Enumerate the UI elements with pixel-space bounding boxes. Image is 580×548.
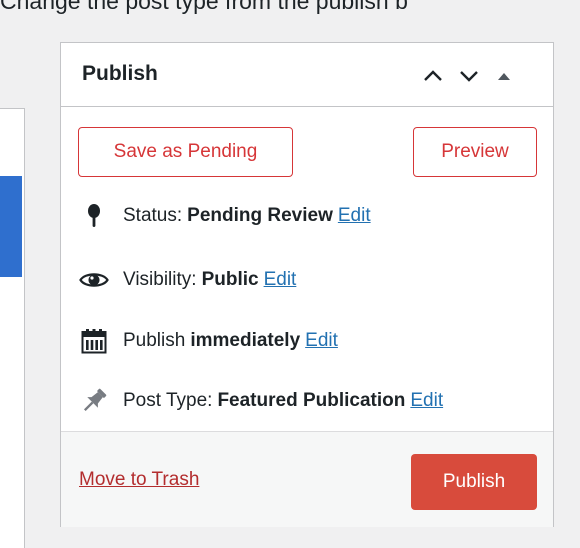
chevron-down-icon[interactable] bbox=[458, 65, 480, 87]
schedule-edit-link[interactable]: Edit bbox=[305, 330, 338, 352]
move-to-trash-link[interactable]: Move to Trash bbox=[79, 469, 199, 491]
post-type-label: Post Type: bbox=[123, 390, 213, 411]
status-row: Status: Pending Review Edit bbox=[79, 201, 371, 231]
background-editor-panel bbox=[0, 108, 25, 548]
visibility-value: Public bbox=[201, 269, 259, 290]
status-label: Status: bbox=[123, 205, 183, 226]
schedule-label: Publish bbox=[123, 330, 186, 351]
status-edit-link[interactable]: Edit bbox=[338, 205, 371, 227]
calendar-icon bbox=[79, 326, 109, 356]
instruction-caption: Change the post type from the publish b bbox=[0, 0, 408, 14]
schedule-row: Publish immediately Edit bbox=[79, 326, 338, 356]
post-type-value: Featured Publication bbox=[217, 390, 406, 411]
publish-metabox-header: Publish bbox=[61, 43, 553, 107]
background-selected-block bbox=[0, 176, 22, 277]
publish-metabox: Publish Save as Pending Preview Status: … bbox=[60, 42, 554, 527]
visibility-row: Visibility: Public Edit bbox=[79, 265, 296, 295]
publish-metabox-title: Publish bbox=[82, 62, 158, 85]
visibility-label: Visibility: bbox=[123, 269, 197, 290]
schedule-value: immediately bbox=[190, 330, 301, 351]
thumbtack-icon bbox=[79, 386, 109, 416]
visibility-edit-link[interactable]: Edit bbox=[264, 269, 297, 291]
status-value: Pending Review bbox=[187, 205, 333, 226]
pin-icon bbox=[79, 201, 109, 231]
publish-metabox-footer: Move to Trash Publish bbox=[61, 431, 553, 527]
post-type-edit-link[interactable]: Edit bbox=[410, 390, 443, 412]
eye-icon bbox=[79, 265, 109, 295]
preview-button[interactable]: Preview bbox=[413, 127, 537, 177]
chevron-up-icon[interactable] bbox=[422, 65, 444, 87]
publish-button[interactable]: Publish bbox=[411, 454, 537, 510]
save-as-pending-button[interactable]: Save as Pending bbox=[78, 127, 293, 177]
post-type-row: Post Type: Featured Publication Edit bbox=[79, 386, 443, 416]
triangle-up-icon[interactable] bbox=[493, 65, 515, 87]
